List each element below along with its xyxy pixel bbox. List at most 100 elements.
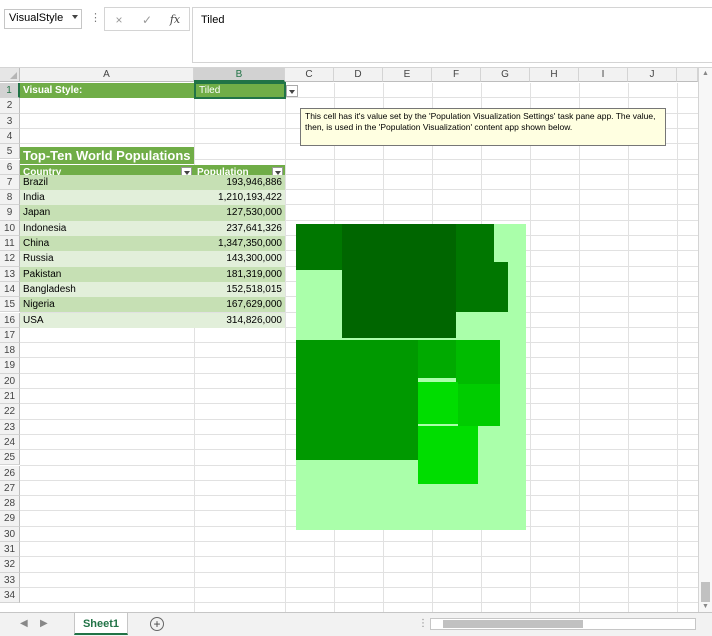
row-header-29[interactable]: 29 xyxy=(0,511,20,527)
sheet-tab-label: Sheet1 xyxy=(82,618,120,630)
row-header-17[interactable]: 17 xyxy=(0,327,20,344)
viz-tile xyxy=(456,340,500,384)
cell-population[interactable]: 1,347,350,000 xyxy=(194,236,285,252)
row-header-1[interactable]: 1 xyxy=(0,83,20,99)
next-sheet-icon[interactable]: ▶ xyxy=(40,618,48,629)
row-header-24[interactable]: 24 xyxy=(0,434,20,451)
row-header-30[interactable]: 30 xyxy=(0,526,20,542)
column-header-e[interactable]: E xyxy=(383,68,432,82)
cell-country[interactable]: Nigeria xyxy=(20,297,194,313)
more-options-icon: ⋮ xyxy=(90,12,101,24)
name-box-dropdown-icon[interactable] xyxy=(72,15,78,19)
column-header-d[interactable]: D xyxy=(334,68,383,82)
select-all-button[interactable] xyxy=(0,68,20,82)
column-header-g[interactable]: G xyxy=(481,68,530,82)
row-header-12[interactable]: 12 xyxy=(0,251,20,267)
viz-tile xyxy=(418,382,458,424)
formula-input[interactable]: Tiled xyxy=(192,7,712,63)
row-header-22[interactable]: 22 xyxy=(0,404,20,420)
row-header-32[interactable]: 32 xyxy=(0,557,20,573)
cell-population[interactable]: 1,210,193,422 xyxy=(194,190,285,206)
row-header-31[interactable]: 31 xyxy=(0,542,20,558)
row-header-6[interactable]: 6 xyxy=(0,159,20,175)
row-header-33[interactable]: 33 xyxy=(0,572,20,588)
table-title[interactable]: Top-Ten World Populations xyxy=(20,147,194,164)
vertical-scroll-thumb[interactable] xyxy=(701,582,710,602)
cell-country[interactable]: Indonesia xyxy=(20,220,194,236)
add-sheet-icon[interactable]: + xyxy=(150,617,164,631)
row-header-3[interactable]: 3 xyxy=(0,113,20,129)
column-header-f[interactable]: F xyxy=(432,68,481,82)
row-header-23[interactable]: 23 xyxy=(0,419,20,435)
viz-tile xyxy=(458,384,500,426)
cell-country[interactable]: Bangladesh xyxy=(20,281,194,298)
row-header-9[interactable]: 9 xyxy=(0,205,20,221)
row-header-4[interactable]: 4 xyxy=(0,128,20,145)
column-header-b[interactable]: B xyxy=(194,68,285,82)
cancel-icon[interactable]: × xyxy=(111,12,127,28)
cell-dropdown-icon[interactable] xyxy=(286,85,298,97)
cell-country[interactable]: USA xyxy=(20,312,194,328)
row-header-27[interactable]: 27 xyxy=(0,480,20,497)
column-header-c[interactable]: C xyxy=(285,68,334,82)
cell-country[interactable]: Pakistan xyxy=(20,266,194,282)
population-visualization[interactable] xyxy=(296,224,526,530)
tab-split-handle-icon[interactable]: ⋮ xyxy=(418,618,428,629)
enter-icon[interactable]: ✓ xyxy=(139,12,155,28)
cell-population[interactable]: 314,826,000 xyxy=(194,312,285,328)
row-header-10[interactable]: 10 xyxy=(0,220,20,236)
scroll-up-icon[interactable]: ▲ xyxy=(702,70,709,77)
horizontal-scroll-thumb[interactable] xyxy=(443,620,583,628)
row-header-18[interactable]: 18 xyxy=(0,343,20,359)
row-header-8[interactable]: 8 xyxy=(0,190,20,206)
gridline xyxy=(628,83,629,612)
scroll-down-icon[interactable]: ▼ xyxy=(702,603,709,610)
column-header-i[interactable]: I xyxy=(579,68,628,82)
row-header-15[interactable]: 15 xyxy=(0,297,20,313)
cell-population[interactable]: 143,300,000 xyxy=(194,251,285,267)
cell-population[interactable]: 181,319,000 xyxy=(194,266,285,282)
formula-input-value: Tiled xyxy=(201,14,225,26)
row-header-16[interactable]: 16 xyxy=(0,312,20,328)
cell-country[interactable]: Brazil xyxy=(20,174,194,191)
cell-country[interactable]: Russia xyxy=(20,251,194,267)
insert-function-icon[interactable]: fx xyxy=(167,12,183,28)
row-header-7[interactable]: 7 xyxy=(0,174,20,191)
gridline xyxy=(579,83,580,612)
row-header-2[interactable]: 2 xyxy=(0,98,20,114)
cell-country[interactable]: Japan xyxy=(20,205,194,221)
cell-country[interactable]: China xyxy=(20,236,194,252)
vertical-scrollbar[interactable]: ▲ ▼ xyxy=(698,68,712,612)
cell-population[interactable]: 193,946,886 xyxy=(194,174,285,191)
cell-population[interactable]: 127,530,000 xyxy=(194,205,285,221)
prev-sheet-icon[interactable]: ◀ xyxy=(20,618,28,629)
cell-population[interactable]: 237,641,326 xyxy=(194,220,285,236)
row-header-11[interactable]: 11 xyxy=(0,236,20,252)
row-header-25[interactable]: 25 xyxy=(0,450,20,466)
horizontal-scrollbar[interactable] xyxy=(430,618,696,630)
row-header-14[interactable]: 14 xyxy=(0,281,20,298)
column-header-a[interactable]: A xyxy=(20,68,194,82)
row-header-19[interactable]: 19 xyxy=(0,358,20,374)
sheet-tab-sheet1[interactable]: Sheet1 xyxy=(74,613,128,635)
row-header-20[interactable]: 20 xyxy=(0,373,20,389)
gridline xyxy=(530,83,531,612)
column-header-k[interactable] xyxy=(677,68,698,82)
formula-bar: VisualStyle ⋮ × ✓ fx Tiled xyxy=(0,0,712,68)
column-header-h[interactable]: H xyxy=(530,68,579,82)
row-header-28[interactable]: 28 xyxy=(0,496,20,512)
cell-a1[interactable]: Visual Style: xyxy=(20,83,194,98)
row-header-26[interactable]: 26 xyxy=(0,465,20,481)
row-header-21[interactable]: 21 xyxy=(0,389,20,405)
row-header-5[interactable]: 5 xyxy=(0,144,20,160)
name-box[interactable]: VisualStyle xyxy=(4,9,82,29)
cell-b1[interactable]: Tiled xyxy=(194,82,286,99)
cell-country[interactable]: India xyxy=(20,190,194,206)
row-header-13[interactable]: 13 xyxy=(0,266,20,282)
row-header-34[interactable]: 34 xyxy=(0,587,20,604)
column-header-j[interactable]: J xyxy=(628,68,677,82)
cell-population[interactable]: 167,629,000 xyxy=(194,297,285,313)
gridline xyxy=(677,83,678,612)
cell-population[interactable]: 152,518,015 xyxy=(194,281,285,298)
worksheet-grid[interactable]: A B C D E F G H I J 1 2 3 4 5 6 7 8 9 10 11 12 13 14 1… xyxy=(0,68,698,612)
